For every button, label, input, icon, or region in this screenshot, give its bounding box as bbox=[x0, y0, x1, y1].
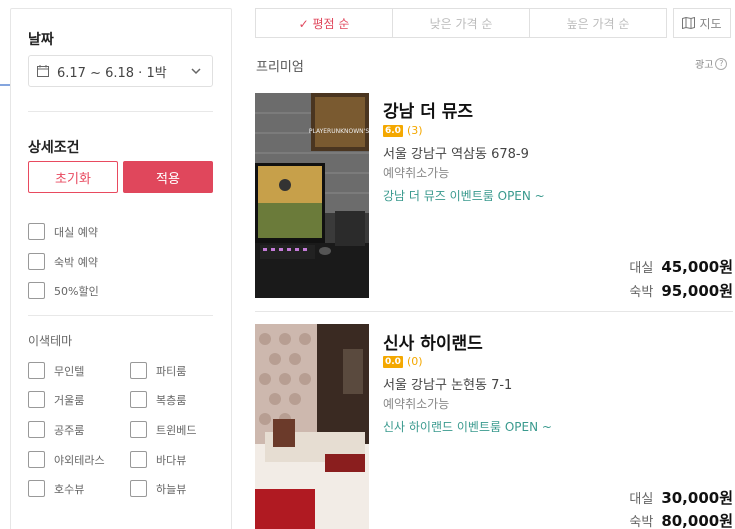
checkbox[interactable] bbox=[28, 253, 45, 270]
daily-price-row: 대실 45,000원 bbox=[629, 256, 733, 277]
room-photo-bedroom bbox=[255, 324, 369, 529]
theme-option[interactable]: 공주룸 bbox=[28, 421, 84, 438]
daily-label: 대실 bbox=[629, 261, 654, 276]
option-stay-booking[interactable]: 숙박 예약 bbox=[28, 253, 98, 270]
checkbox[interactable] bbox=[28, 421, 45, 438]
section-title: 프리미엄 bbox=[256, 60, 304, 75]
apply-button[interactable]: 적용 bbox=[123, 161, 213, 193]
checkbox[interactable] bbox=[28, 223, 45, 240]
listing-card[interactable]: 신사 하이랜드 0.0 (0) 서울 강남구 논현동 7-1 예약취소가능 신사… bbox=[255, 324, 733, 529]
theme-label: 무인텔 bbox=[54, 364, 85, 378]
divider bbox=[28, 111, 213, 112]
stay-price-row: 숙박 95,000원 bbox=[629, 280, 733, 301]
theme-label: 하늘뷰 bbox=[156, 482, 187, 496]
svg-text:PLAYERUNKNOWN'S: PLAYERUNKNOWN'S bbox=[309, 128, 369, 135]
ad-label: 광고 bbox=[695, 60, 714, 71]
checkbox[interactable] bbox=[28, 282, 45, 299]
date-section-title: 날짜 bbox=[28, 32, 54, 48]
ad-badge[interactable]: 광고 ? bbox=[695, 56, 728, 71]
filter-section-title: 상세조건 bbox=[28, 140, 80, 156]
review-count: (0) bbox=[406, 355, 423, 368]
option-label: 숙박 예약 bbox=[54, 255, 98, 269]
checkbox[interactable] bbox=[130, 451, 147, 468]
theme-option[interactable]: 하늘뷰 bbox=[130, 480, 186, 497]
date-range-value: 6.17 ~ 6.18 · 1박 bbox=[57, 65, 167, 81]
theme-option[interactable]: 파티룸 bbox=[130, 362, 186, 379]
review-count: (3) bbox=[406, 124, 423, 137]
theme-label: 트윈베드 bbox=[156, 423, 197, 437]
theme-label: 호수뷰 bbox=[54, 482, 85, 496]
rating-score: 6.0 bbox=[383, 124, 403, 137]
cancel-policy: 예약취소가능 bbox=[383, 397, 450, 411]
checkbox[interactable] bbox=[130, 480, 147, 497]
daily-price: 45,000원 bbox=[661, 258, 733, 276]
daily-price-row: 대실 30,000원 bbox=[629, 487, 733, 508]
theme-option[interactable]: 바다뷰 bbox=[130, 451, 186, 468]
option-label: 대실 예약 bbox=[54, 225, 98, 239]
theme-option[interactable]: 복층룸 bbox=[130, 391, 186, 408]
map-icon bbox=[682, 17, 696, 29]
checkbox[interactable] bbox=[28, 391, 45, 408]
listing-name[interactable]: 신사 하이랜드 bbox=[383, 329, 483, 354]
sort-rating-tab[interactable]: ✓ 평점 순 bbox=[256, 9, 393, 37]
calendar-icon bbox=[37, 65, 49, 77]
theme-option[interactable]: 거울룸 bbox=[28, 391, 84, 408]
option-label: 50%할인 bbox=[54, 284, 99, 298]
theme-option[interactable]: 호수뷰 bbox=[28, 480, 84, 497]
theme-label: 파티룸 bbox=[156, 364, 187, 378]
checkbox[interactable] bbox=[130, 362, 147, 379]
stay-label: 숙박 bbox=[629, 285, 654, 300]
cancel-policy: 예약취소가능 bbox=[383, 166, 450, 180]
checkbox[interactable] bbox=[130, 421, 147, 438]
event-text: 강남 더 뮤즈 이벤트룸 OPEN ~ bbox=[383, 189, 545, 203]
checkbox[interactable] bbox=[28, 480, 45, 497]
stay-label: 숙박 bbox=[629, 515, 654, 529]
option-discount[interactable]: 50%할인 bbox=[28, 282, 99, 299]
reset-button[interactable]: 초기화 bbox=[28, 161, 118, 193]
sort-low-price-tab[interactable]: 낮은 가격 순 bbox=[393, 9, 530, 37]
date-picker[interactable]: 6.17 ~ 6.18 · 1박 bbox=[28, 55, 213, 87]
theme-label: 야외테라스 bbox=[54, 453, 105, 467]
listing-card[interactable]: PLAYERUNKNOWN'S 강남 더 뮤즈 6.0 (3) 서울 강남구 역… bbox=[255, 93, 733, 303]
theme-label: 복층룸 bbox=[156, 393, 187, 407]
theme-option[interactable]: 트윈베드 bbox=[130, 421, 196, 438]
rating-score: 0.0 bbox=[383, 355, 403, 368]
listing-address: 서울 강남구 역삼동 678-9 bbox=[383, 147, 529, 162]
daily-price: 30,000원 bbox=[661, 489, 733, 507]
stay-price: 95,000원 bbox=[661, 282, 733, 300]
stay-price: 80,000원 bbox=[661, 512, 733, 529]
help-icon[interactable]: ? bbox=[715, 57, 728, 70]
checkbox[interactable] bbox=[28, 451, 45, 468]
theme-label: 바다뷰 bbox=[156, 453, 187, 467]
theme-section-title: 이색테마 bbox=[28, 334, 73, 348]
room-photo-gaming: PLAYERUNKNOWN'S bbox=[255, 93, 369, 298]
filter-sidebar: 날짜 6.17 ~ 6.18 · 1박 상세조건 초기화 적용 대실 예약 숙박… bbox=[10, 8, 232, 529]
theme-label: 공주룸 bbox=[54, 423, 85, 437]
daily-label: 대실 bbox=[629, 492, 654, 507]
stay-price-row: 숙박 80,000원 bbox=[629, 510, 733, 529]
option-daily-booking[interactable]: 대실 예약 bbox=[28, 223, 98, 240]
listing-photo[interactable] bbox=[255, 324, 369, 529]
rating: 0.0 (0) bbox=[383, 355, 423, 368]
listing-photo[interactable]: PLAYERUNKNOWN'S bbox=[255, 93, 369, 298]
theme-option[interactable]: 무인텔 bbox=[28, 362, 84, 379]
sort-tabs: ✓ 평점 순 낮은 가격 순 높은 가격 순 bbox=[255, 8, 667, 38]
sort-high-price-tab[interactable]: 높은 가격 순 bbox=[530, 9, 666, 37]
theme-label: 거울룸 bbox=[54, 393, 85, 407]
chevron-down-icon bbox=[191, 68, 201, 75]
rating: 6.0 (3) bbox=[383, 124, 423, 137]
listing-name[interactable]: 강남 더 뮤즈 bbox=[383, 97, 473, 122]
checkbox[interactable] bbox=[28, 362, 45, 379]
listing-address: 서울 강남구 논현동 7-1 bbox=[383, 378, 513, 393]
divider bbox=[28, 315, 213, 316]
theme-option[interactable]: 야외테라스 bbox=[28, 451, 105, 468]
event-text: 신사 하이랜드 이벤트룸 OPEN ~ bbox=[383, 420, 552, 434]
map-button[interactable]: 지도 bbox=[673, 8, 731, 38]
map-label: 지도 bbox=[699, 16, 722, 31]
checkbox[interactable] bbox=[130, 391, 147, 408]
divider bbox=[255, 311, 733, 312]
